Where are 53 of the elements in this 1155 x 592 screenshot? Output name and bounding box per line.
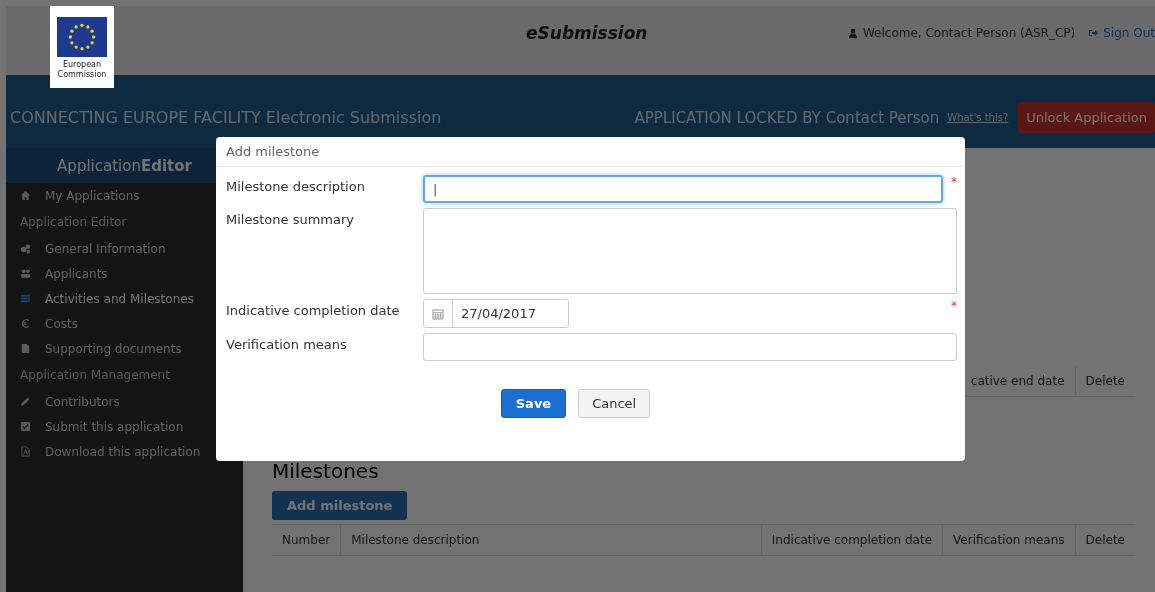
sidebar-item[interactable]: Supporting documents — [20, 336, 182, 361]
sign-out-icon — [1088, 28, 1099, 38]
column-header: Delete — [1074, 525, 1135, 555]
welcome-text: Welcome, Contact Person (ASR_CP) — [862, 26, 1076, 40]
app-name: eSubmission — [526, 23, 648, 43]
pdf-icon — [20, 446, 31, 457]
sidebar-section-label: Application Editor — [20, 214, 127, 231]
field-label: Verification means — [226, 336, 348, 352]
column-header: Number — [281, 532, 332, 549]
users-icon — [20, 268, 31, 279]
summary-textarea[interactable] — [423, 208, 957, 294]
euro-icon — [20, 318, 31, 329]
sidebar-item[interactable]: Download this application — [20, 439, 201, 464]
save-button[interactable]: Save — [500, 389, 567, 418]
check-icon — [20, 421, 31, 432]
file-icon — [20, 343, 31, 354]
column-header: cative end date — [969, 373, 1066, 390]
input-field[interactable]: | — [423, 175, 943, 203]
required-mark: * — [951, 299, 957, 313]
column-header: Indicative completion date — [760, 525, 943, 555]
field-label: Indicative completion date — [226, 302, 401, 318]
field-label: Milestone summary — [226, 211, 355, 227]
sidebar-section-label: Application Management — [20, 367, 170, 384]
user-icon — [847, 28, 858, 38]
help-link[interactable]: What's this? — [947, 112, 1009, 123]
cog-icon — [20, 243, 31, 254]
sidebar-item[interactable]: General Information — [20, 236, 166, 261]
flag-icon — [57, 16, 107, 58]
calendar-icon — [432, 307, 444, 320]
cancel-button[interactable]: Cancel — [578, 389, 651, 418]
sign-out-link[interactable]: Sign Out — [1088, 26, 1155, 40]
sidebar-item[interactable]: Submit this application — [20, 414, 184, 439]
sidebar-item[interactable]: Costs — [20, 311, 78, 336]
input-field[interactable] — [423, 333, 957, 361]
unlock-button[interactable]: Unlock Application — [1018, 102, 1155, 133]
logo-caption: European Commission — [56, 60, 108, 81]
sidebar-item[interactable]: Activities and Milestones — [20, 286, 194, 311]
lock-status: APPLICATION LOCKED BY Contact Person — [634, 108, 940, 127]
pencil-icon — [20, 396, 31, 407]
section-heading: Milestones — [272, 459, 380, 483]
sidebar-item[interactable]: My Applications — [20, 183, 140, 208]
required-mark: * — [951, 175, 957, 189]
sidebar-item[interactable]: Contributors — [20, 389, 120, 414]
banner-title: CONNECTING EUROPE FACILITY Electronic Submission — [10, 108, 442, 127]
home-icon — [20, 190, 31, 201]
list-icon — [20, 293, 31, 304]
add-milestone-button[interactable]: Add milestone — [272, 491, 408, 520]
date-field[interactable]: 27/04/2017 — [423, 299, 569, 328]
column-header: Milestone description — [340, 525, 761, 555]
sidebar-item[interactable]: Applicants — [20, 261, 108, 286]
dialog-title: Add milestone — [216, 137, 965, 167]
column-header: Verification means — [942, 525, 1075, 555]
column-header: Delete — [1074, 366, 1135, 396]
